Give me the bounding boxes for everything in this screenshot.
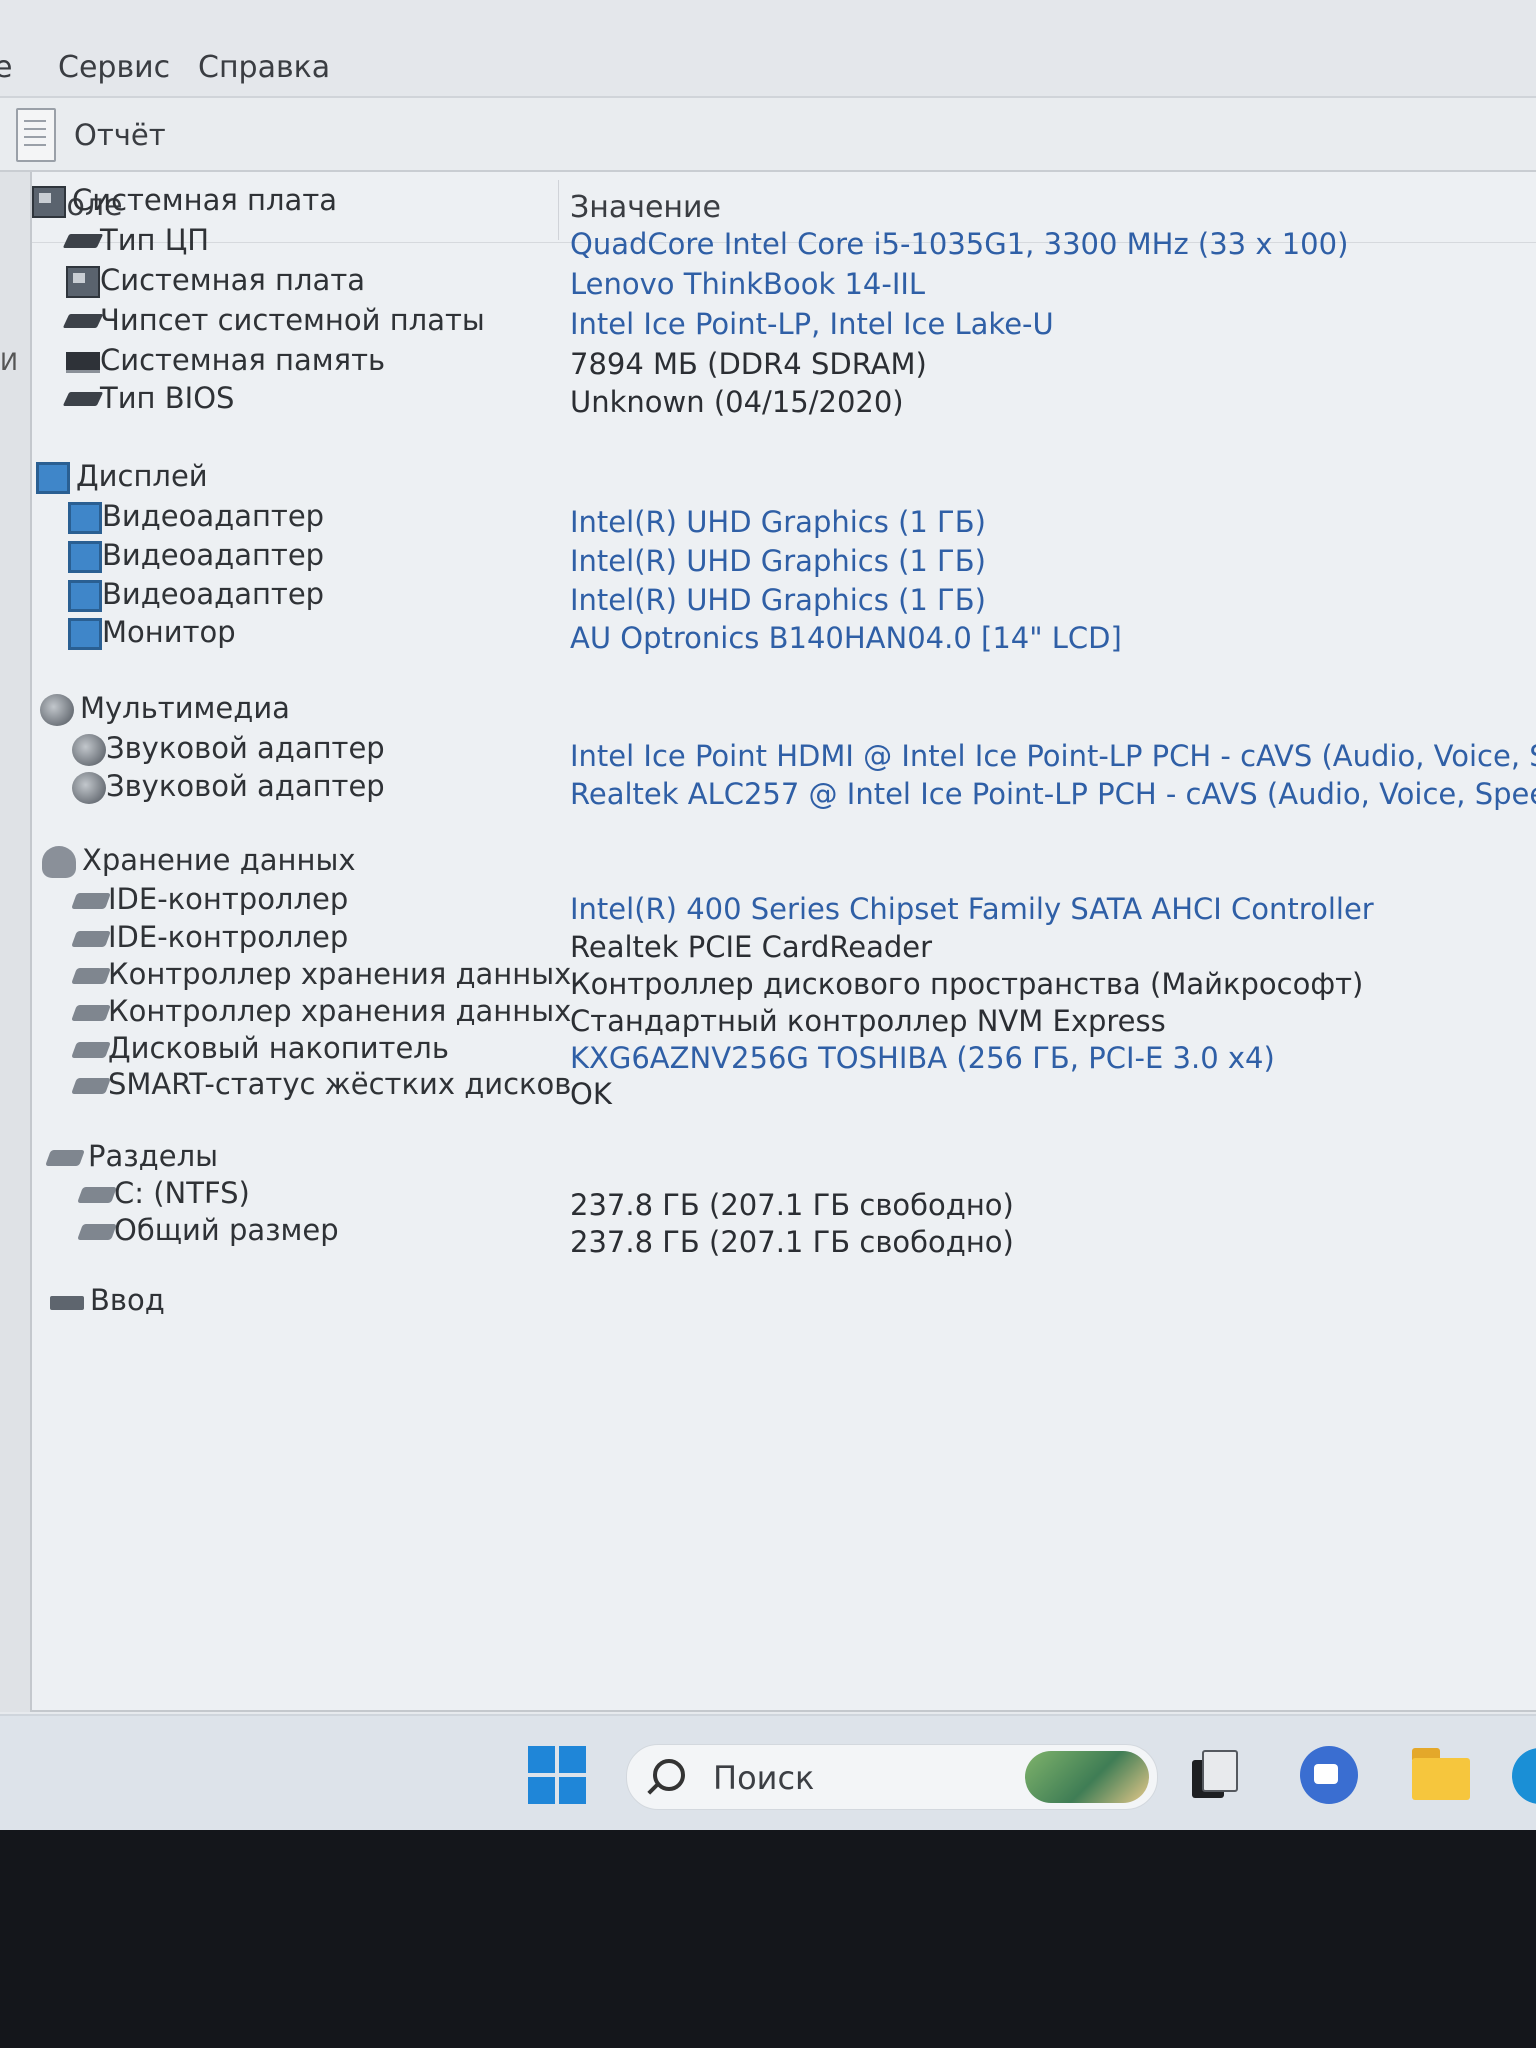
row-field: IDE-контроллер: [108, 920, 349, 954]
speaker-icon: [72, 734, 106, 766]
video-call-app-button[interactable]: [1300, 1746, 1358, 1804]
search-icon: [653, 1759, 685, 1791]
row-field: Контроллер хранения данных: [108, 957, 572, 991]
row-field: Видеоадаптер: [102, 538, 325, 572]
section-title: Дисплей: [76, 459, 208, 493]
memory-icon: [66, 352, 100, 373]
row-value-link[interactable]: Intel Ice Point-LP, Intel Ice Lake-U: [570, 304, 1054, 344]
report-row[interactable]: SMART-статус жёстких дисков OK: [32, 1064, 1536, 1111]
row-value: OK: [570, 1077, 612, 1111]
row-field: C: (NTFS): [114, 1176, 250, 1210]
browser-button[interactable]: [1512, 1748, 1536, 1804]
input-icon: [50, 1296, 84, 1310]
row-field: Тип BIOS: [100, 381, 235, 415]
row-field: Дисковый накопитель: [108, 1031, 449, 1065]
video-adapter-icon: [68, 580, 102, 612]
row-field: Тип ЦП: [100, 223, 210, 257]
video-adapter-icon: [68, 502, 102, 534]
partition-icon: [77, 1224, 117, 1240]
row-field: Звуковой адаптер: [106, 769, 385, 803]
tree-partial-text: И: [0, 348, 18, 376]
ide-controller-icon: [71, 893, 111, 909]
taskbar-search[interactable]: Поиск: [626, 1744, 1158, 1810]
section-title: Мультимедиа: [80, 691, 290, 725]
partition-icon: [77, 1187, 117, 1203]
report-row[interactable]: Тип BIOS Unknown (04/15/2020): [32, 378, 1536, 424]
storage-controller-icon: [71, 968, 111, 984]
report-row[interactable]: Общий размер 237.8 ГБ (207.1 ГБ свободно): [32, 1210, 1536, 1259]
cpu-icon: [62, 234, 104, 248]
report-pane[interactable]: Поле Значение Системная плата Тип ЦП QuadC…: [32, 172, 1536, 1712]
start-button[interactable]: [528, 1746, 586, 1804]
row-field: Контроллер хранения данных: [108, 994, 572, 1028]
row-value: Unknown (04/15/2020): [570, 385, 904, 419]
row-field: Монитор: [102, 615, 236, 649]
monitor-icon: [68, 618, 102, 650]
report-row[interactable]: Звуковой адаптер Realtek ALC257 @ Intel I…: [32, 766, 1536, 812]
row-value-link[interactable]: QuadCore Intel Core i5-1035G1, 3300 MHz …: [570, 224, 1348, 264]
bios-icon: [62, 392, 104, 406]
taskbar: Поиск: [0, 1714, 1536, 1830]
row-value-link[interactable]: Lenovo ThinkBook 14-IIL: [570, 264, 925, 304]
disk-icon: [71, 1042, 111, 1058]
file-explorer-button[interactable]: [1412, 1748, 1470, 1802]
section-title: Хранение данных: [82, 843, 356, 877]
storage-icon: [42, 846, 76, 878]
search-placeholder: Поиск: [713, 1759, 815, 1797]
disk-icon: [71, 1078, 111, 1094]
storage-controller-icon: [71, 1005, 111, 1021]
row-field: Видеоадаптер: [102, 499, 325, 533]
search-highlight-image: [1025, 1751, 1149, 1803]
menu-item-help[interactable]: Справка: [198, 50, 330, 85]
pane-bottom-border: [32, 1710, 1536, 1712]
ide-controller-icon: [71, 931, 111, 947]
toolbar: Отчёт: [0, 98, 1536, 172]
navigation-tree-pane[interactable]: И: [0, 172, 32, 1712]
row-field: Чипсет системной платы: [100, 303, 485, 337]
row-field: Видеоадаптер: [102, 577, 325, 611]
row-field: IDE-контроллер: [108, 882, 349, 916]
report-row[interactable]: Монитор AU Optronics B140HAN04.0 [14" LCD…: [32, 612, 1536, 658]
partitions-icon: [45, 1150, 85, 1166]
section-title: Разделы: [88, 1139, 219, 1173]
menu-item-partial[interactable]: е: [0, 50, 12, 85]
report-button-label[interactable]: Отчёт: [74, 118, 166, 152]
row-field: Звуковой адаптер: [106, 731, 385, 765]
section-title: Системная плата: [72, 183, 337, 217]
task-view-button[interactable]: [1192, 1750, 1238, 1800]
section-title: Ввод: [90, 1283, 165, 1317]
report-icon[interactable]: [16, 108, 56, 162]
row-field: SMART-статус жёстких дисков: [108, 1067, 572, 1101]
video-adapter-icon: [68, 541, 102, 573]
motherboard-icon: [32, 186, 66, 218]
display-icon: [36, 462, 70, 494]
row-value-link[interactable]: Realtek ALC257 @ Intel Ice Point-LP PCH …: [570, 774, 1536, 814]
menu-item-service[interactable]: Сервис: [58, 50, 170, 85]
row-field: Общий размер: [114, 1213, 339, 1247]
row-field: Системная память: [100, 343, 386, 377]
speaker-icon: [72, 772, 106, 804]
menu-bar: е Сервис Справка: [0, 0, 1536, 98]
multimedia-icon: [40, 694, 74, 726]
screen: е Сервис Справка Отчёт И Поле Значение С…: [0, 0, 1536, 1830]
motherboard-icon: [66, 266, 100, 298]
row-value: 237.8 ГБ (207.1 ГБ свободно): [570, 1225, 1014, 1259]
row-field: Системная плата: [100, 263, 365, 297]
chipset-icon: [62, 314, 104, 328]
row-value-link[interactable]: AU Optronics B140HAN04.0 [14" LCD]: [570, 618, 1122, 658]
